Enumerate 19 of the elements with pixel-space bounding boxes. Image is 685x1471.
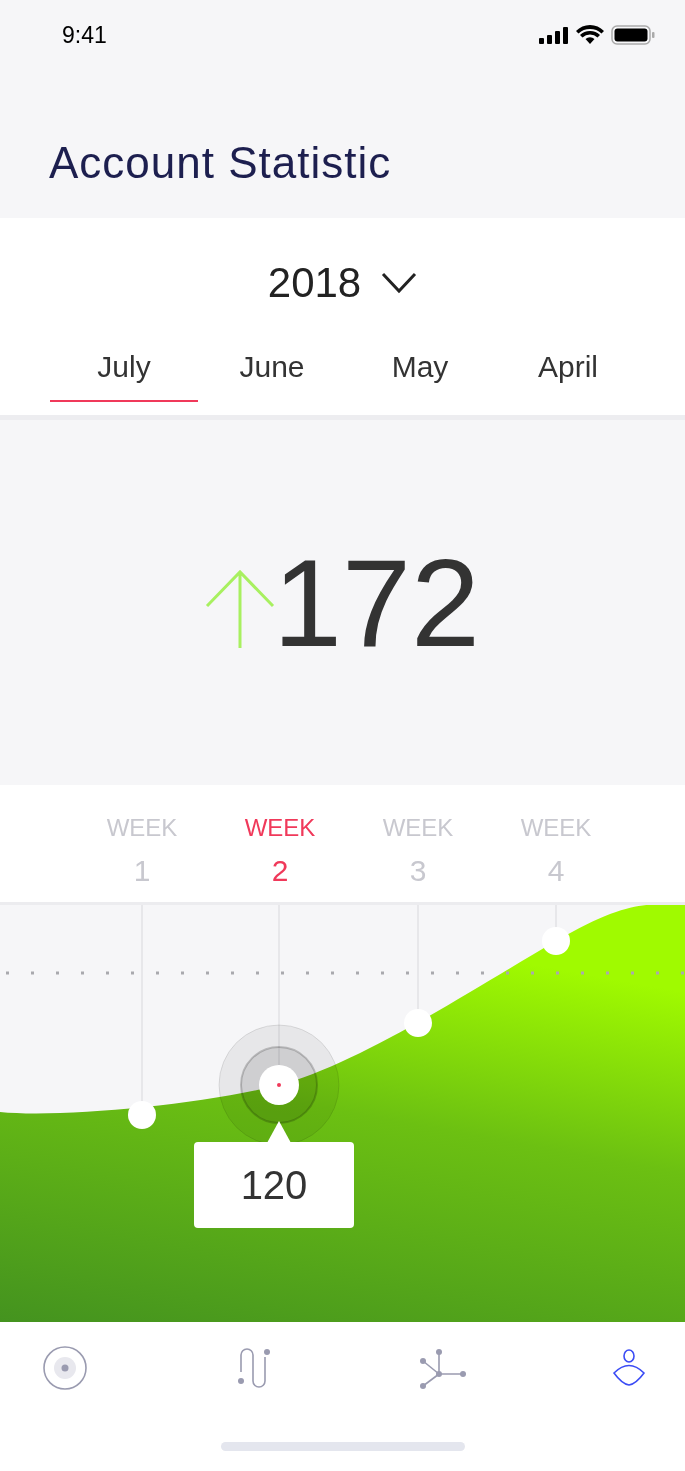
year-dropdown[interactable]: 2018 <box>267 251 418 314</box>
month-tab[interactable]: April <box>494 344 642 402</box>
signal-icon <box>539 26 569 44</box>
target-icon[interactable] <box>40 1344 89 1392</box>
month-tab[interactable]: July <box>50 344 198 402</box>
tooltip-pointer <box>267 1121 291 1143</box>
page-title: Account Statistic <box>49 137 393 189</box>
wifi-icon <box>576 25 604 45</box>
data-point[interactable] <box>128 1101 156 1129</box>
status-time: 9:41 <box>62 20 107 50</box>
month-tab[interactable]: May <box>346 344 494 402</box>
arrow-up-icon <box>205 567 276 648</box>
data-point[interactable] <box>404 1009 432 1037</box>
battery-icon <box>611 25 655 45</box>
month-tab[interactable]: June <box>198 344 346 402</box>
week-tab[interactable]: WEEK 2 <box>211 813 349 889</box>
total-value: 172 <box>273 540 480 665</box>
chevron-down-icon <box>381 271 418 294</box>
value-tooltip: 120 <box>194 1142 354 1228</box>
